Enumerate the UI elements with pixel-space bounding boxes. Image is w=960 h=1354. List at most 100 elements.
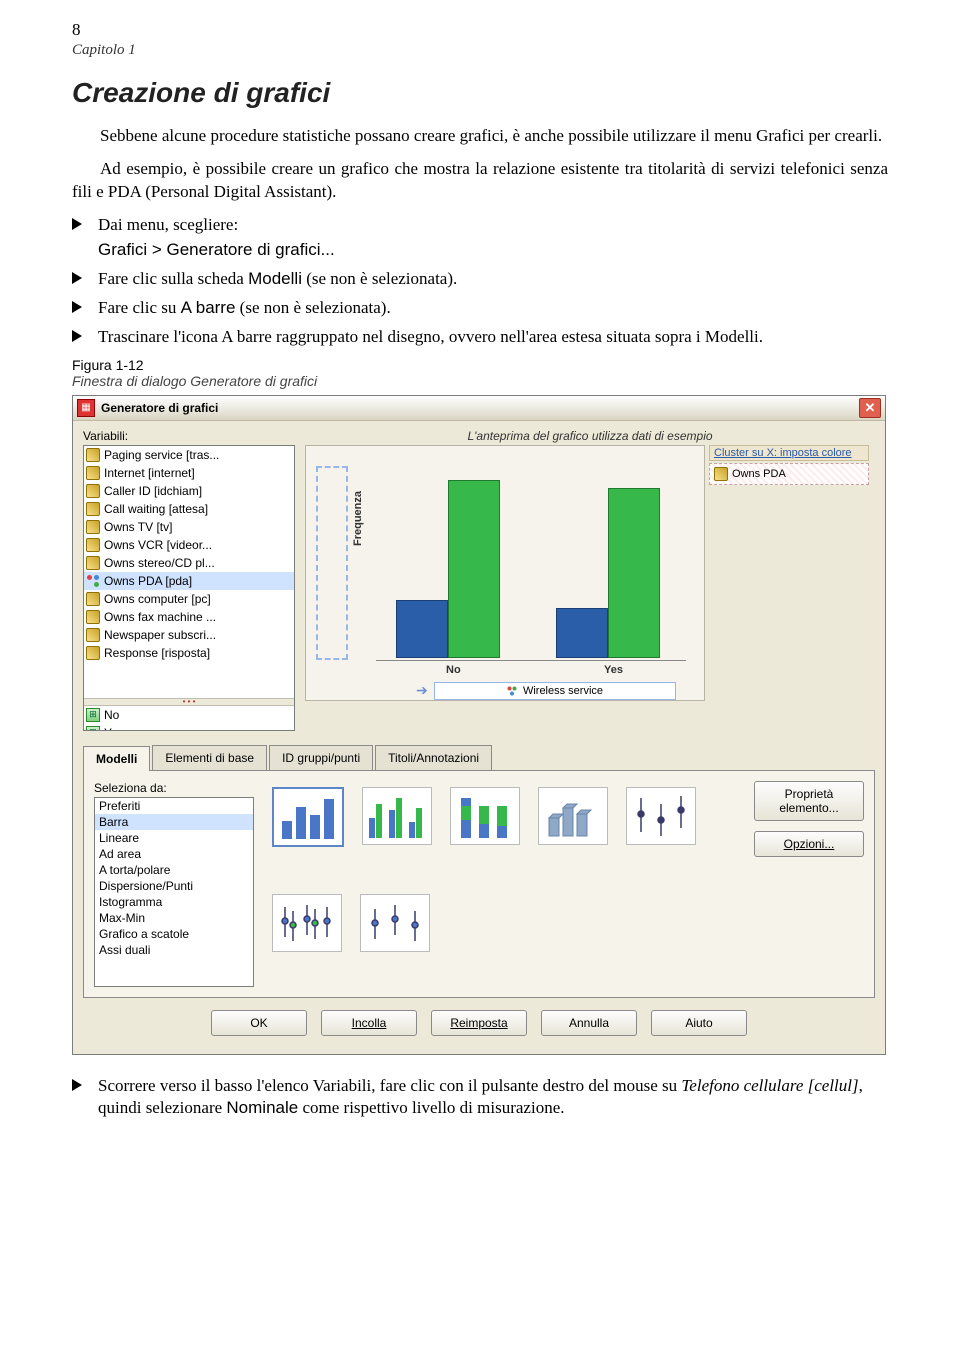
gallery-clustered-bar[interactable]: [362, 787, 432, 845]
bullet-4-text: Trascinare l'icona A barre raggruppato n…: [98, 327, 763, 346]
chart-builder-dialog: ▦ Generatore di grafici ✕ Variabili: Pag…: [72, 395, 886, 1055]
arrow-icon: ➔: [416, 682, 428, 699]
variable-item[interactable]: Newspaper subscri...: [84, 626, 294, 644]
variable-label: Owns TV [tv]: [104, 520, 172, 534]
bullet-3: Fare clic su A barre (se non è seleziona…: [72, 297, 888, 320]
ordinal-icon: [86, 646, 100, 660]
chapter-label: Capitolo 1: [72, 42, 888, 59]
variable-item[interactable]: Owns computer [pc]: [84, 590, 294, 608]
bullet-4: Trascinare l'icona A barre raggruppato n…: [72, 326, 888, 349]
ordinal-icon: [86, 448, 100, 462]
variable-label: Call waiting [attesa]: [104, 502, 208, 516]
variable-label: Internet [internet]: [104, 466, 195, 480]
variable-label: Owns stereo/CD pl...: [104, 556, 215, 570]
page-number: 8: [72, 20, 888, 40]
ok-button[interactable]: OK: [211, 1010, 307, 1036]
chart-type-item[interactable]: Assi duali: [95, 942, 253, 958]
variable-label: Caller ID [idchiam]: [104, 484, 202, 498]
help-button[interactable]: Aiuto: [651, 1010, 747, 1036]
chart-type-listbox[interactable]: PreferitiBarraLineareAd areaA torta/pola…: [94, 797, 254, 987]
variable-item[interactable]: Owns TV [tv]: [84, 518, 294, 536]
gallery-error-bar-1[interactable]: [626, 787, 696, 845]
x-axis: [376, 660, 686, 661]
tab-modelli[interactable]: Modelli: [83, 746, 150, 771]
chart-type-item[interactable]: Istogramma: [95, 894, 253, 910]
tab-elementi[interactable]: Elementi di base: [152, 745, 267, 770]
category-label: No: [104, 708, 119, 722]
category-label: Yes: [104, 726, 124, 731]
dialog-title: Generatore di grafici: [101, 401, 859, 415]
chart-type-item[interactable]: Barra: [95, 814, 253, 830]
chart-type-item[interactable]: Preferiti: [95, 798, 253, 814]
x-drop-zone[interactable]: Wireless service: [434, 682, 676, 700]
variable-item[interactable]: Owns fax machine ...: [84, 608, 294, 626]
bullet-3-pre: Fare clic su: [98, 298, 181, 317]
cluster-header[interactable]: Cluster su X: imposta colore: [709, 445, 869, 461]
chart-type-item[interactable]: A torta/polare: [95, 862, 253, 878]
figure-caption: Finestra di dialogo Generatore di grafic…: [72, 373, 888, 389]
chart-type-item[interactable]: Grafico a scatole: [95, 926, 253, 942]
nominal-icon: [86, 574, 100, 588]
final-sans: Nominale: [226, 1098, 298, 1117]
bullet-final: Scorrere verso il basso l'elenco Variabi…: [72, 1075, 888, 1121]
gallery: [268, 781, 740, 987]
paste-button[interactable]: Incolla: [321, 1010, 417, 1036]
ordinal-icon: [86, 502, 100, 516]
final-pre: Scorrere verso il basso l'elenco Variabi…: [98, 1076, 681, 1095]
gallery-error-bar-2[interactable]: [272, 894, 342, 952]
cluster-drop-zone[interactable]: Owns PDA: [709, 463, 869, 485]
options-button[interactable]: Opzioni...: [754, 831, 864, 857]
app-icon: ▦: [77, 399, 95, 417]
select-from-label: Seleziona da:: [94, 781, 254, 795]
category-item[interactable]: ⊞No: [84, 706, 294, 724]
chart-type-item[interactable]: Ad area: [95, 846, 253, 862]
variable-label: Owns computer [pc]: [104, 592, 211, 606]
category-icon: ⊞: [86, 726, 100, 731]
chart-type-item[interactable]: Dispersione/Punti: [95, 878, 253, 894]
variable-item[interactable]: Caller ID [idchiam]: [84, 482, 294, 500]
variable-label: Owns PDA [pda]: [104, 574, 192, 588]
ordinal-icon: [86, 520, 100, 534]
ordinal-icon: [86, 610, 100, 624]
gallery-stacked-bar[interactable]: [450, 787, 520, 845]
close-icon[interactable]: ✕: [859, 398, 881, 418]
variable-label: Owns VCR [videor...: [104, 538, 212, 552]
bullet-2-post: (se non è selezionata).: [302, 269, 457, 288]
variables-listbox[interactable]: Paging service [tras... Internet [interne…: [83, 445, 295, 731]
variable-item[interactable]: Paging service [tras...: [84, 446, 294, 464]
tab-gruppi[interactable]: ID gruppi/punti: [269, 745, 373, 770]
bullet-3-post: (se non è selezionata).: [235, 298, 390, 317]
chart-type-item[interactable]: Max-Min: [95, 910, 253, 926]
reset-button[interactable]: Reimposta: [431, 1010, 527, 1036]
titlebar[interactable]: ▦ Generatore di grafici ✕: [73, 396, 885, 421]
variable-item[interactable]: Owns VCR [videor...: [84, 536, 294, 554]
variable-item[interactable]: Owns PDA [pda]: [84, 572, 294, 590]
section-heading: Creazione di grafici: [72, 77, 888, 109]
x-tick-no: No: [446, 664, 461, 676]
variable-item[interactable]: Owns stereo/CD pl...: [84, 554, 294, 572]
tab-titoli[interactable]: Titoli/Annotazioni: [375, 745, 492, 770]
gallery-simple-bar[interactable]: [272, 787, 344, 847]
y-drop-zone[interactable]: [316, 466, 348, 660]
variable-item[interactable]: Internet [internet]: [84, 464, 294, 482]
cancel-button[interactable]: Annulla: [541, 1010, 637, 1036]
ordinal-icon: [86, 538, 100, 552]
triangle-icon: [72, 301, 84, 313]
gallery-3d-bar[interactable]: [538, 787, 608, 845]
category-item[interactable]: ⊞ Yes: [84, 724, 294, 731]
properties-button[interactable]: Proprietà elemento...: [754, 781, 864, 821]
preview-note: L'anteprima del grafico utilizza dati di…: [305, 429, 875, 443]
ordinal-icon: [86, 466, 100, 480]
triangle-icon: [72, 272, 84, 284]
bullet-1-text: Dai menu, scegliere:: [98, 215, 238, 234]
gallery-error-bar-3[interactable]: [360, 894, 430, 952]
variable-label: Owns fax machine ...: [104, 610, 216, 624]
variable-item[interactable]: Call waiting [attesa]: [84, 500, 294, 518]
chart-type-item[interactable]: Lineare: [95, 830, 253, 846]
bullet-1: Dai menu, scegliere: Grafici > Generator…: [72, 214, 888, 262]
nominal-icon: [507, 686, 517, 696]
splitter[interactable]: [84, 698, 294, 706]
variable-item[interactable]: Response [risposta]: [84, 644, 294, 662]
button-row: OK Incolla Reimposta Annulla Aiuto: [83, 998, 875, 1046]
chart-canvas[interactable]: Frequenza No Yes ➔ Wire: [305, 445, 705, 701]
